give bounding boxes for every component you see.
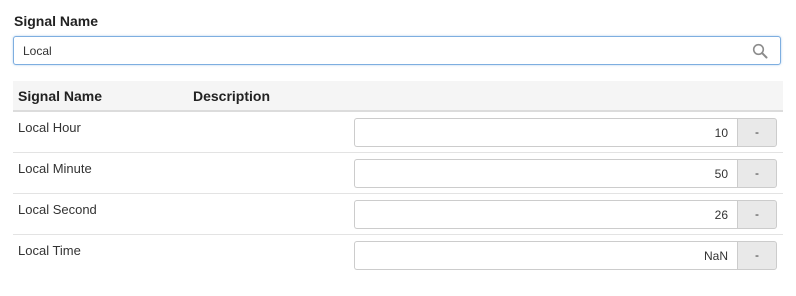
signal-name: Local Time [18, 243, 81, 258]
signal-name: Local Hour [18, 120, 81, 135]
signal-action-button[interactable]: - [737, 159, 777, 188]
signal-value: 50 [714, 167, 728, 181]
signal-search-box[interactable] [13, 36, 781, 65]
signal-value: 26 [714, 208, 728, 222]
signal-value: NaN [703, 249, 728, 263]
column-header-description[interactable]: Description [193, 88, 270, 104]
signal-value: 10 [714, 126, 728, 140]
column-header-signal-name[interactable]: Signal Name [18, 88, 102, 104]
signal-value-field[interactable]: 50 [354, 159, 737, 188]
signal-name: Local Minute [18, 161, 92, 176]
search-icon[interactable] [752, 43, 768, 59]
signal-action-button[interactable]: - [737, 118, 777, 147]
table-row: Local Second 26 - [13, 194, 783, 235]
signals-table: Signal Name Description Local Hour 10 - … [13, 81, 783, 275]
signal-action-button[interactable]: - [737, 200, 777, 229]
table-header: Signal Name Description [13, 81, 783, 112]
signal-name-filter-label: Signal Name [14, 13, 99, 29]
signal-name: Local Second [18, 202, 97, 217]
signal-search-input[interactable] [23, 37, 743, 64]
signal-value-field[interactable]: 10 [354, 118, 737, 147]
table-row: Local Hour 10 - [13, 112, 783, 153]
table-row: Local Time NaN - [13, 235, 783, 275]
signal-action-button[interactable]: - [737, 241, 777, 270]
signal-value-field[interactable]: NaN [354, 241, 737, 270]
signal-value-field[interactable]: 26 [354, 200, 737, 229]
table-row: Local Minute 50 - [13, 153, 783, 194]
